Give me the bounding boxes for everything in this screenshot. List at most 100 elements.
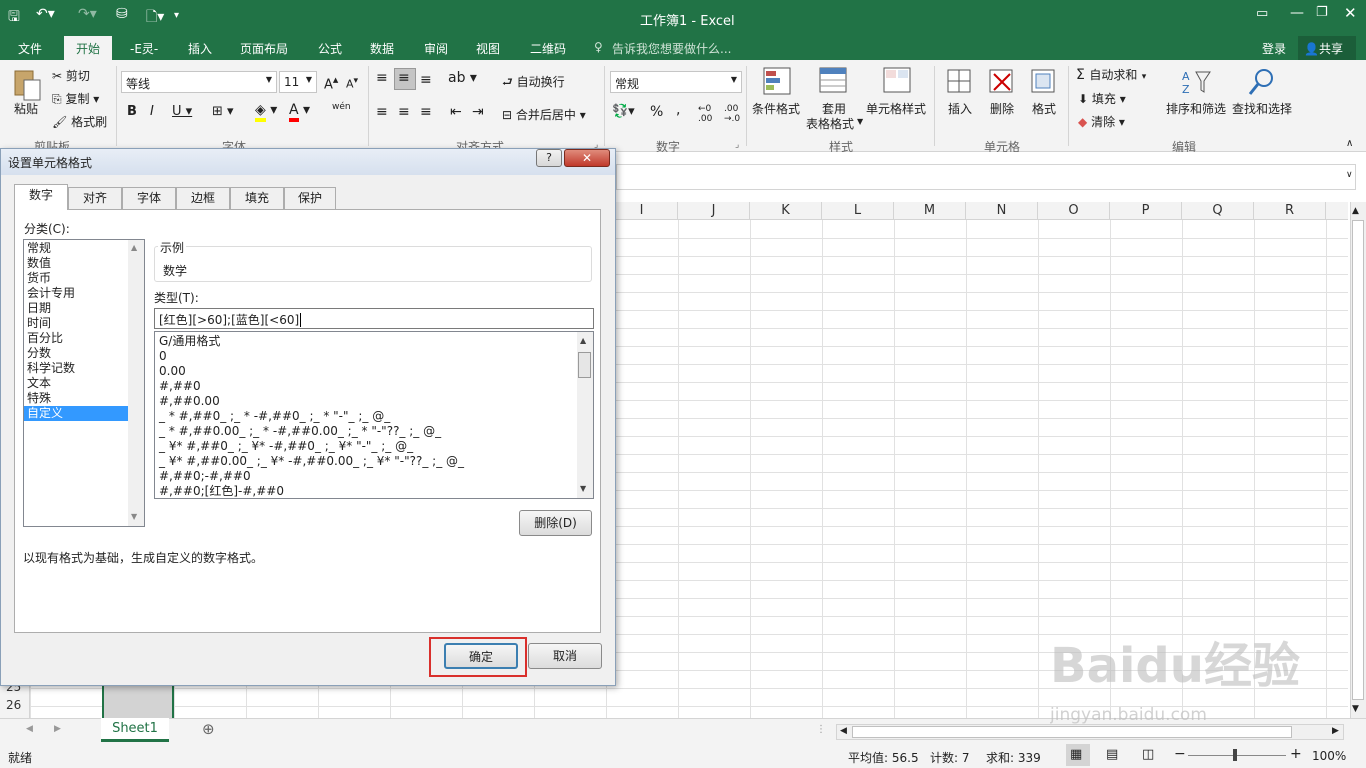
column-header-j[interactable]: J [678,202,750,220]
align-top-icon[interactable]: ≡ [376,70,388,86]
maximize-icon[interactable]: ❐ [1316,5,1328,20]
scroll-down-icon[interactable]: ▼ [580,484,586,493]
tab-data[interactable]: 数据 [370,40,394,57]
format-code-item[interactable]: G/通用格式 [155,334,593,349]
bold-icon[interactable]: B [127,104,137,119]
cancel-button[interactable]: 取消 [528,643,602,669]
comma-icon[interactable]: , [676,102,680,118]
add-sheet-icon[interactable]: ⊕ [202,720,215,738]
tab-review[interactable]: 审阅 [424,40,448,57]
sort-filter-icon[interactable]: AZ [1180,66,1212,98]
format-as-table-icon[interactable] [818,66,850,98]
orientation-icon[interactable]: ab ▾ [448,70,477,86]
dialog-launcher-icon[interactable]: ⌟ [735,140,739,150]
type-input[interactable]: [红色][>60];[蓝色][<60] [154,308,594,329]
tab-border[interactable]: 边框 [176,187,230,209]
tab-alignment[interactable]: 对齐 [68,187,122,209]
category-item[interactable]: 百分比 [24,331,128,346]
merge-center-button[interactable]: ⊟ 合并后居中 ▾ [502,106,586,123]
wrap-text-button[interactable]: ⮐ 自动换行 [502,73,565,94]
align-right-icon[interactable]: ≡ [420,104,432,120]
format-code-item[interactable]: #,##0.00 [155,394,593,409]
category-item[interactable]: 文本 [24,376,128,391]
tab-fill[interactable]: 填充 [230,187,284,209]
format-code-item[interactable]: 0 [155,349,593,364]
expand-formula-icon[interactable]: ∨ [1346,170,1353,180]
font-name-combo[interactable]: 等线 ▼ [121,71,277,93]
tab-number[interactable]: 数字 [14,184,68,210]
category-item[interactable]: 常规 [24,241,128,256]
category-list[interactable]: 常规 数值 货币 会计专用 日期 时间 百分比 分数 科学记数 文本 特殊 自定义 [23,239,145,527]
align-left-icon[interactable]: ≡ [376,104,388,120]
zoom-slider-thumb[interactable] [1233,749,1237,761]
customize-qat-icon[interactable]: ▾ [174,10,179,21]
format-code-item[interactable]: _ ¥* #,##0.00_ ;_ ¥* -#,##0.00_ ;_ ¥* "-… [155,454,593,469]
font-size-combo[interactable]: 11 ▼ [279,71,317,93]
format-code-item[interactable]: _ ¥* #,##0_ ;_ ¥* -#,##0_ ;_ ¥* "-"_ ;_ … [155,439,593,454]
zoom-level[interactable]: 100% [1312,749,1346,763]
tab-page-layout[interactable]: 页面布局 [240,40,288,57]
category-item[interactable]: 特殊 [24,391,128,406]
category-item[interactable]: 货币 [24,271,128,286]
normal-view-icon[interactable]: ▦ [1070,747,1082,762]
number-format-combo[interactable]: 常规 ▼ [610,71,742,93]
sort-filter-button[interactable]: 排序和筛选 [1166,100,1226,117]
find-icon[interactable] [1246,66,1278,98]
sheet-next-icon[interactable]: ▶ [54,724,61,734]
decrease-decimal-icon[interactable]: .00 →.0 [724,104,740,124]
category-item[interactable]: 数值 [24,256,128,271]
format-code-item[interactable]: _ * #,##0_ ;_ * -#,##0_ ;_ * "-"_ ;_ @_ [155,409,593,424]
tell-me-input[interactable]: 告诉我您想要做什么... [612,40,731,57]
category-item[interactable]: 日期 [24,301,128,316]
tab-font[interactable]: 字体 [122,187,176,209]
format-code-item[interactable]: #,##0;-#,##0 [155,469,593,484]
category-item[interactable]: 会计专用 [24,286,128,301]
paste-label[interactable]: 粘贴 [14,100,38,117]
copy-button[interactable]: ⎘ 复制 ▾ [52,90,99,107]
category-item[interactable]: 科学记数 [24,361,128,376]
zoom-in-icon[interactable]: + [1290,746,1302,762]
sheet-prev-icon[interactable]: ◀ [26,724,33,734]
percent-icon[interactable]: % [650,104,663,120]
help-button[interactable]: ? [536,149,562,167]
collapse-ribbon-icon[interactable]: ∧ [1346,138,1353,149]
ribbon-display-icon[interactable]: ▭ [1256,6,1268,21]
ok-button[interactable]: 确定 [444,643,518,669]
vertical-scroll-thumb[interactable] [1352,220,1364,700]
page-break-view-icon[interactable]: ◫ [1142,747,1154,762]
column-header-q[interactable]: Q [1182,202,1254,220]
table-format-label-2[interactable]: 表格格式 [806,115,854,132]
column-header-m[interactable]: M [894,202,966,220]
insert-cells-icon[interactable] [944,66,976,96]
category-item[interactable]: 时间 [24,316,128,331]
row-header-26[interactable]: 26 [6,698,21,712]
column-header-p[interactable]: P [1110,202,1182,220]
phonetic-icon[interactable]: wén [332,102,351,112]
italic-icon[interactable]: I [150,104,154,119]
tab-insert[interactable]: 插入 [188,40,212,57]
format-code-item[interactable]: _ * #,##0.00_ ;_ * -#,##0.00_ ;_ * "-"??… [155,424,593,439]
column-header-r[interactable]: R [1254,202,1326,220]
underline-icon[interactable]: U ▾ [172,104,192,119]
undo-icon[interactable]: ↶▾ [36,6,55,22]
scroll-up-icon[interactable]: ▲ [1352,206,1359,216]
category-scrollbar[interactable] [128,240,144,526]
tab-formulas[interactable]: 公式 [318,40,342,57]
format-cells-icon[interactable] [1028,66,1060,96]
column-header-k[interactable]: K [750,202,822,220]
sheet-tab-sheet1[interactable]: Sheet1 [101,718,169,742]
format-code-item[interactable]: 0.00 [155,364,593,379]
scroll-down-icon[interactable]: ▼ [131,512,137,521]
grow-font-icon[interactable]: A▴ [324,73,338,92]
tab-eling[interactable]: -E灵- [130,40,158,57]
scroll-up-icon[interactable]: ▲ [580,336,586,345]
quick-tool-icon[interactable]: ⛁ [116,6,128,22]
autosum-button[interactable]: Σ 自动求和 ▾ [1076,66,1146,83]
scroll-down-icon[interactable]: ▼ [1352,704,1359,714]
redo-icon[interactable]: ↷▾ [78,6,97,22]
print-preview-icon[interactable]: 🗋▾ [146,6,164,30]
tab-view[interactable]: 视图 [476,40,500,57]
decrease-indent-icon[interactable]: ⇤ [450,104,462,120]
border-icon[interactable]: ⊞ ▾ [212,104,234,119]
page-layout-view-icon[interactable]: ▤ [1106,747,1118,762]
